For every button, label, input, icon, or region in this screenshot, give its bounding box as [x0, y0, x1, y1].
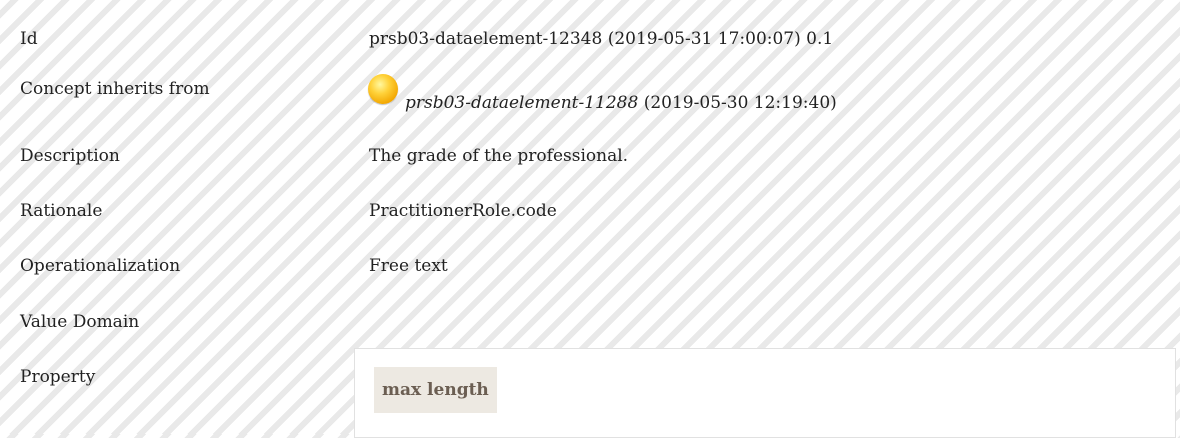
property-label: Property [20, 367, 96, 387]
description-value: The grade of the professional. [369, 146, 629, 166]
concept-inherits-date: (2019-05-30 12:19:40) [638, 93, 837, 113]
concept-inherits-value: prsb03-dataelement-11288 (2019-05-30 12:… [405, 91, 837, 115]
concept-detail-page: { "rows": [ {"label": "Id", "value": "pr… [0, 0, 1180, 438]
property-table: max length [354, 348, 1176, 438]
id-value: prsb03-dataelement-12348 (2019-05-31 17:… [369, 29, 834, 49]
operationalization-label: Operationalization [20, 256, 181, 276]
concept-inherits-link[interactable]: prsb03-dataelement-11288 [405, 93, 638, 113]
id-label: Id [20, 29, 38, 49]
rationale-label: Rationale [20, 201, 103, 221]
concept-status-circle-icon [368, 74, 398, 104]
concept-inherits-label: Concept inherits from [20, 79, 210, 99]
operationalization-value: Free text [369, 256, 448, 276]
description-label: Description [20, 146, 120, 166]
rationale-value: PractitionerRole.code [369, 201, 557, 221]
value-domain-label: Value Domain [20, 312, 140, 332]
property-max-length-header: max length [374, 367, 497, 413]
